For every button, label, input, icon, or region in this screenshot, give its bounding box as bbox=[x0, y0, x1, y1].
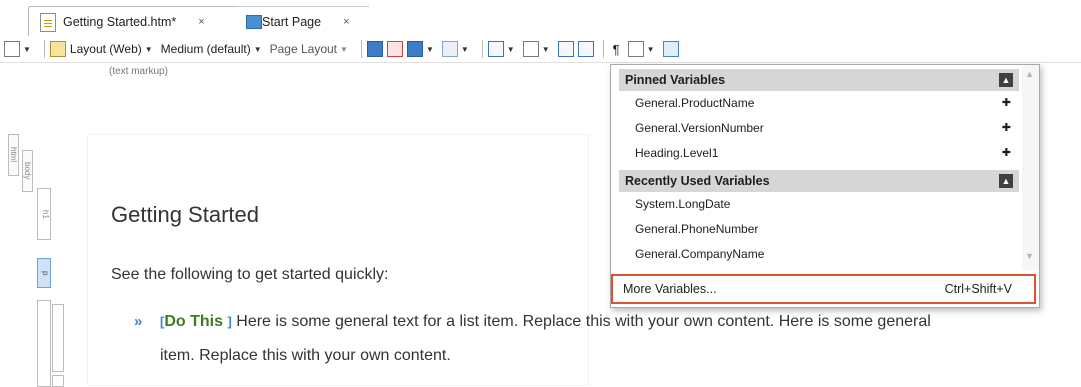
structure-bar-p[interactable]: p bbox=[37, 258, 51, 288]
preview-icon bbox=[366, 41, 383, 57]
close-tab-icon[interactable]: × bbox=[343, 16, 349, 28]
structure-bar-html[interactable]: html bbox=[8, 134, 19, 176]
page-view-icon bbox=[4, 41, 20, 57]
section-title: Recently Used Variables bbox=[625, 174, 770, 188]
insert-variable-button[interactable]: ▼ bbox=[487, 38, 519, 60]
variable-name: General.ProductName bbox=[635, 96, 755, 110]
dropdown-scrollbar[interactable]: ▲ ▼ bbox=[1022, 65, 1039, 270]
page-layout-label: Page Layout bbox=[269, 42, 338, 56]
concept-icon bbox=[577, 41, 594, 57]
recent-variable-item[interactable]: General.PhoneNumber bbox=[635, 217, 1019, 241]
snippet-icon bbox=[522, 41, 539, 57]
term-end-marker-icon: ] bbox=[227, 314, 232, 329]
structure-bar-li[interactable] bbox=[52, 375, 64, 387]
pin-icon[interactable]: ✚ bbox=[1002, 116, 1011, 140]
chevron-down-icon: ▼ bbox=[425, 44, 434, 54]
spellcheck-icon bbox=[49, 41, 66, 57]
structure-bar-body[interactable]: body bbox=[22, 150, 33, 192]
index-icon bbox=[557, 41, 574, 57]
intro-paragraph[interactable]: See the following to get started quickly… bbox=[111, 266, 389, 284]
section-title: Pinned Variables bbox=[625, 73, 726, 87]
chevron-down-icon: ▼ bbox=[253, 44, 262, 54]
variable-name: System.LongDate bbox=[635, 197, 731, 211]
proxy-icon bbox=[662, 41, 679, 57]
scroll-down-icon[interactable]: ▼ bbox=[1025, 251, 1034, 261]
chevron-down-icon: ▼ bbox=[541, 44, 550, 54]
bullet-icon: » bbox=[134, 313, 143, 330]
keyboard-shortcut: Ctrl+Shift+V bbox=[944, 282, 1012, 296]
image-icon bbox=[406, 41, 423, 57]
layout-label: Layout (Web) bbox=[69, 42, 142, 56]
document-icon bbox=[40, 13, 56, 32]
text-markup-label: (text markup) bbox=[109, 66, 168, 77]
variable-name: Heading.Level1 bbox=[635, 146, 719, 160]
link-icon bbox=[441, 41, 458, 57]
chevron-down-icon: ▼ bbox=[144, 44, 153, 54]
tags-icon bbox=[627, 41, 644, 57]
pinned-variable-item[interactable]: Heading.Level1 ✚ bbox=[635, 141, 1019, 165]
tab-getting-started[interactable]: Getting Started.htm* × bbox=[28, 6, 261, 36]
medium-label: Medium (default) bbox=[160, 42, 251, 56]
pinned-variable-item[interactable]: General.VersionNumber ✚ bbox=[635, 116, 1019, 140]
tab-label: Start Page bbox=[262, 14, 322, 29]
close-tab-icon[interactable]: × bbox=[198, 16, 204, 28]
structure-bar-h1[interactable]: h1 bbox=[37, 188, 51, 240]
track-changes-icon bbox=[386, 41, 403, 57]
insert-concept-button[interactable] bbox=[577, 38, 594, 60]
collapse-icon[interactable]: ▲ bbox=[999, 174, 1013, 188]
list-item-text: Here is some general text for a list ite… bbox=[236, 313, 931, 330]
insert-proxy-button[interactable] bbox=[662, 38, 679, 60]
recent-variable-item[interactable]: System.LongDate bbox=[635, 192, 1019, 216]
pin-icon[interactable]: ✚ bbox=[1002, 91, 1011, 115]
recent-variables-header: Recently Used Variables ▲ bbox=[619, 170, 1019, 192]
tab-strip: Getting Started.htm* × Start Page × bbox=[0, 0, 1081, 37]
page-layout-dropdown[interactable]: Page Layout ▼ bbox=[270, 38, 352, 60]
pilcrow-icon: ¶ bbox=[612, 41, 620, 57]
more-variables-menu-item[interactable]: More Variables... Ctrl+Shift+V bbox=[611, 274, 1036, 304]
structure-bar-ul[interactable] bbox=[37, 300, 51, 387]
show-changes-button[interactable] bbox=[386, 38, 403, 60]
chevron-down-icon: ▼ bbox=[646, 44, 655, 54]
editor-toolbar: ▼ Layout (Web) ▼ Medium (default) ▼ Page L… bbox=[0, 36, 1081, 63]
insert-snippet-button[interactable]: ▼ bbox=[522, 38, 554, 60]
chevron-down-icon: ▼ bbox=[506, 44, 515, 54]
preview-button[interactable] bbox=[366, 38, 383, 60]
topic-heading[interactable]: Getting Started bbox=[111, 202, 259, 228]
variables-dropdown: ▲ ▼ Pinned Variables ▲ General.ProductNa… bbox=[610, 64, 1040, 308]
pin-icon[interactable]: ✚ bbox=[1002, 141, 1011, 165]
toolbar-separator bbox=[481, 40, 483, 58]
list-item[interactable]: [Do This ] Here is some general text for… bbox=[160, 313, 931, 331]
term-text[interactable]: Do This bbox=[164, 313, 223, 330]
spellcheck-button[interactable] bbox=[49, 38, 66, 60]
variable-name: General.PhoneNumber bbox=[635, 222, 759, 236]
tab-label: Getting Started.htm* bbox=[63, 14, 177, 29]
collapse-icon[interactable]: ▲ bbox=[999, 73, 1013, 87]
layout-dropdown[interactable]: Layout (Web) ▼ bbox=[70, 38, 157, 60]
toolbar-separator bbox=[360, 40, 362, 58]
variable-icon bbox=[487, 41, 504, 57]
list-item-continuation[interactable]: item. Replace this with your own content… bbox=[160, 347, 451, 365]
medium-dropdown[interactable]: Medium (default) ▼ bbox=[161, 38, 266, 60]
show-tags-button[interactable]: ▼ bbox=[627, 38, 659, 60]
start-page-icon bbox=[246, 15, 262, 29]
pinned-variable-item[interactable]: General.ProductName ✚ bbox=[635, 91, 1019, 115]
scroll-up-icon[interactable]: ▲ bbox=[1025, 69, 1034, 79]
pinned-variables-header: Pinned Variables ▲ bbox=[619, 69, 1019, 91]
chevron-down-icon: ▼ bbox=[23, 44, 31, 54]
variable-name: General.CompanyName bbox=[635, 247, 765, 261]
insert-link-button[interactable]: ▼ bbox=[441, 38, 473, 60]
chevron-down-icon: ▼ bbox=[340, 44, 348, 54]
more-variables-label: More Variables... bbox=[623, 282, 717, 296]
variable-name: General.VersionNumber bbox=[635, 121, 764, 135]
structure-bar-li[interactable] bbox=[52, 304, 64, 372]
tab-start-page[interactable]: Start Page × bbox=[234, 6, 369, 36]
insert-image-button[interactable]: ▼ bbox=[406, 38, 438, 60]
zoom-button[interactable]: ▼ bbox=[4, 38, 35, 60]
toolbar-separator bbox=[602, 40, 604, 58]
chevron-down-icon: ▼ bbox=[460, 44, 469, 54]
show-marks-button[interactable]: ¶ bbox=[609, 38, 624, 60]
toolbar-separator bbox=[43, 40, 45, 58]
insert-index-button[interactable] bbox=[557, 38, 574, 60]
recent-variable-item[interactable]: General.CompanyName bbox=[635, 242, 1019, 266]
